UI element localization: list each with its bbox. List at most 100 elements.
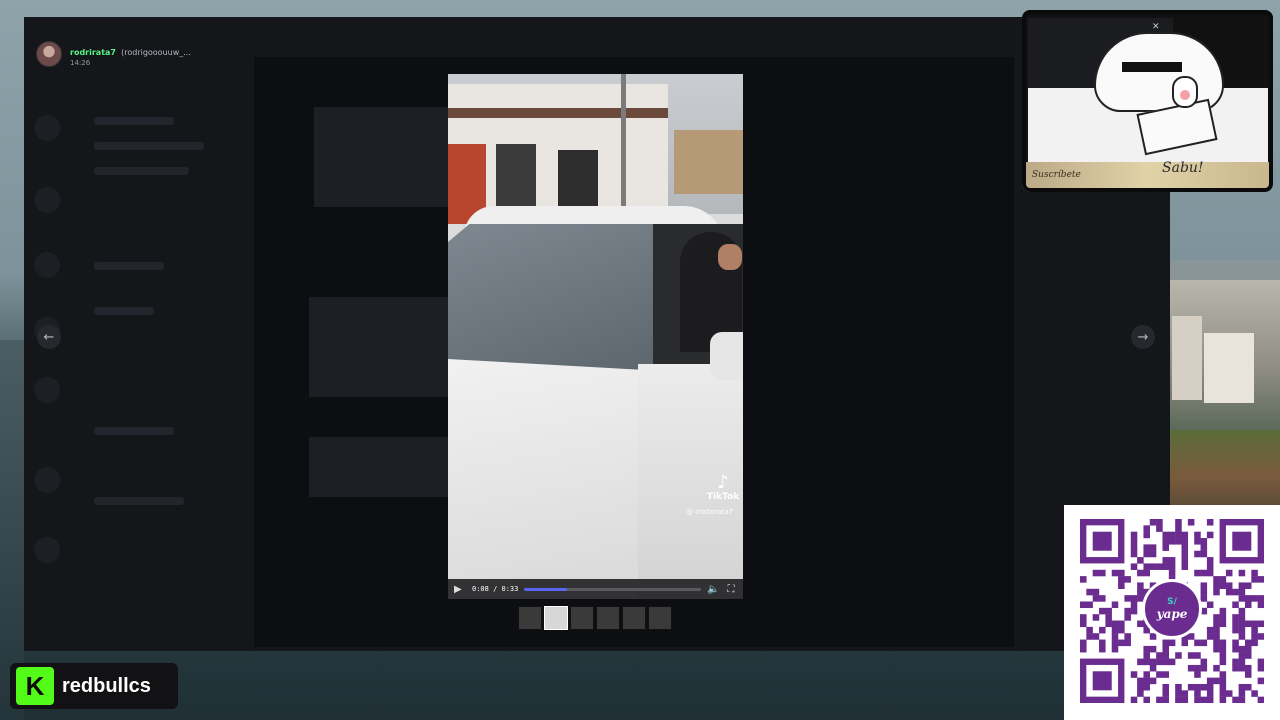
qr-module [1238,588,1246,596]
qr-module [1099,645,1106,653]
qr-module [1105,614,1112,621]
qr-module [1080,645,1087,653]
qr-module [1251,576,1258,583]
media-thumbnail[interactable] [622,606,646,630]
play-icon[interactable]: ▶ [454,584,466,595]
background-building [1204,333,1254,403]
channel-item[interactable] [94,307,154,315]
yape-logo: S/ yape [1142,579,1202,639]
qr-module [1162,538,1170,545]
qr-module [1257,658,1264,666]
qr-module [1200,683,1208,691]
qr-module [1238,620,1246,628]
qr-module [1187,664,1195,672]
qr-module [1257,601,1264,609]
paw-pad [1180,90,1190,100]
qr-module [1162,645,1170,653]
qr-module [1225,582,1233,589]
channel-item[interactable] [94,427,174,435]
cam-banner-sub: Sabu! [1162,160,1204,176]
server-icon[interactable] [34,377,60,403]
qr-module [1118,639,1125,647]
qr-module [1238,569,1246,577]
next-media-button[interactable]: → [1131,325,1155,349]
qr-module [1162,658,1170,666]
qr-module [1200,658,1208,666]
video-frame-gate [558,150,598,210]
media-thumbnail[interactable] [518,606,542,630]
channel-item[interactable] [94,167,189,175]
qr-module [1130,601,1138,609]
embedded-image[interactable] [309,297,469,397]
server-icon[interactable] [34,252,60,278]
channel-item[interactable] [94,117,174,125]
channel-item[interactable] [94,497,184,505]
qr-module [1092,633,1100,640]
channel-item[interactable] [94,262,164,270]
qr-module [1105,620,1112,628]
qr-module [1149,563,1157,570]
media-thumbnail[interactable] [648,606,672,630]
media-thumbnail[interactable] [596,606,620,630]
qr-module [1156,671,1163,678]
qr-module [1206,633,1214,640]
avatar[interactable] [36,41,62,67]
qr-module [1130,607,1138,615]
qr-module [1213,677,1220,685]
previous-media-button[interactable]: ← [37,325,61,349]
embedded-image[interactable] [309,437,469,497]
message-timestamp: 14:26 [70,59,91,68]
arrow-right-icon: → [1137,329,1149,345]
qr-module [1175,519,1182,526]
stream-cam-overlay: ✕ Suscríbete Sabu! [1022,10,1273,192]
volume-icon[interactable]: 🔈 [707,584,719,595]
video-progress-bar[interactable] [524,587,701,591]
qr-module [1143,544,1150,551]
qr-module [1137,677,1144,685]
video-player[interactable]: ♪ TikTok @ cristorata7 [448,74,743,599]
qr-module [1143,658,1150,666]
qr-module [1181,563,1189,570]
qr-module [1124,614,1131,621]
qr-module [1213,582,1220,589]
qr-module [1213,645,1220,653]
qr-module [1213,664,1220,672]
qr-module [1219,607,1227,615]
qr-module [1124,633,1131,640]
server-icon[interactable] [34,115,60,141]
qr-module [1168,639,1176,647]
qr-module [1232,658,1239,666]
qr-module [1244,683,1252,691]
qr-module [1111,620,1119,628]
qr-module [1187,519,1195,526]
fullscreen-icon[interactable]: ⛶ [725,584,737,595]
qr-module [1232,588,1239,596]
qr-module [1200,595,1208,602]
server-icon[interactable] [34,537,60,563]
video-frame-mirror [710,332,743,380]
qr-module [1156,652,1163,659]
channel-item[interactable] [94,142,204,150]
qr-module [1232,620,1239,628]
media-thumbnail[interactable] [570,606,594,630]
qr-module [1200,664,1208,672]
qr-module [1168,658,1176,666]
qr-module [1257,633,1264,640]
qr-module [1238,626,1246,634]
server-icon[interactable] [34,187,60,213]
qr-module [1213,639,1220,647]
qr-module [1118,620,1125,628]
qr-module [1111,633,1119,640]
media-thumbnail[interactable] [544,606,568,630]
author-name[interactable]: rodrirata7 [70,48,116,57]
qr-module [1105,607,1112,615]
qr-module [1219,690,1227,697]
qr-module [1168,557,1176,564]
qr-module [1213,576,1220,583]
qr-module [1219,671,1227,678]
qr-module [1080,639,1087,647]
qr-module [1156,519,1163,526]
tiktok-username: @ cristorata7 [686,508,734,516]
server-icon[interactable] [34,467,60,493]
embedded-image[interactable] [314,107,454,207]
